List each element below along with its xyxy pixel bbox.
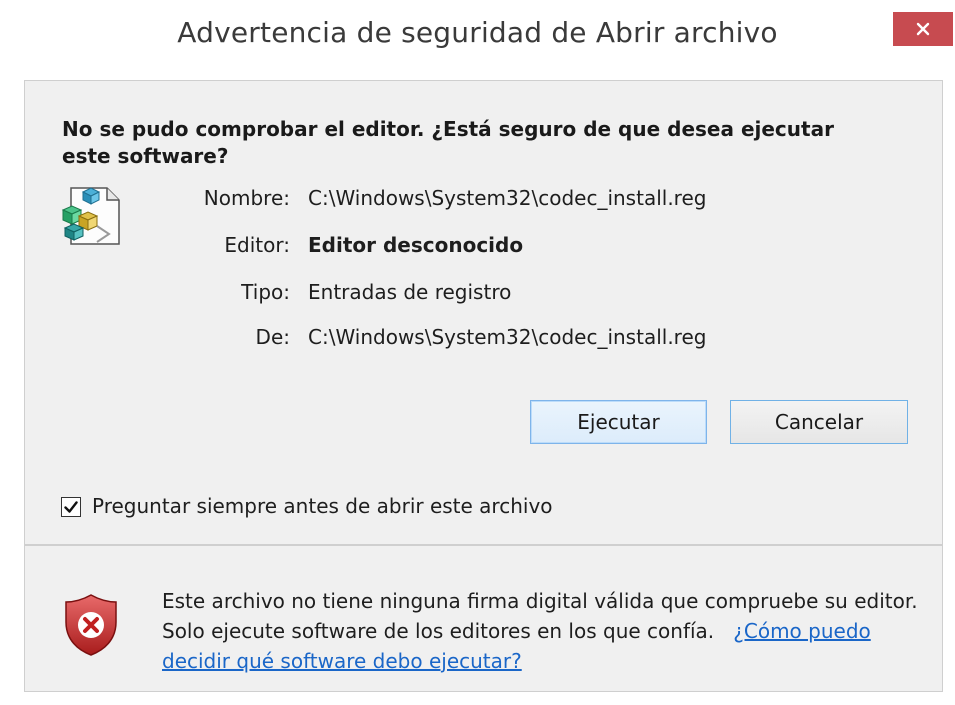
always-ask-checkbox[interactable] bbox=[61, 497, 81, 517]
always-ask-label[interactable]: Preguntar siempre antes de abrir este ar… bbox=[92, 494, 553, 518]
type-value: Entradas de registro bbox=[308, 280, 512, 304]
from-value: C:\Windows\System32\codec_install.reg bbox=[308, 325, 707, 349]
from-label: De: bbox=[255, 325, 290, 349]
close-icon bbox=[916, 22, 930, 36]
checkmark-icon bbox=[64, 501, 78, 513]
footer-message: Este archivo no tiene ninguna firma digi… bbox=[162, 586, 922, 676]
publisher-value: Editor desconocido bbox=[308, 233, 524, 257]
warning-heading: No se pudo comprobar el editor. ¿Está se… bbox=[62, 117, 834, 168]
cancel-button[interactable]: Cancelar bbox=[730, 400, 908, 444]
publisher-label: Editor: bbox=[224, 233, 290, 257]
dialog-window: Advertencia de seguridad de Abrir archiv… bbox=[0, 0, 955, 705]
window-title: Advertencia de seguridad de Abrir archiv… bbox=[177, 16, 778, 49]
type-label: Tipo: bbox=[241, 280, 290, 304]
close-button[interactable] bbox=[893, 12, 953, 46]
run-button[interactable]: Ejecutar bbox=[530, 400, 707, 444]
warning-shield-icon bbox=[62, 592, 120, 658]
file-name-value: C:\Windows\System32\codec_install.reg bbox=[308, 186, 707, 210]
registry-file-icon bbox=[57, 182, 125, 250]
file-name-label: Nombre: bbox=[203, 186, 290, 210]
